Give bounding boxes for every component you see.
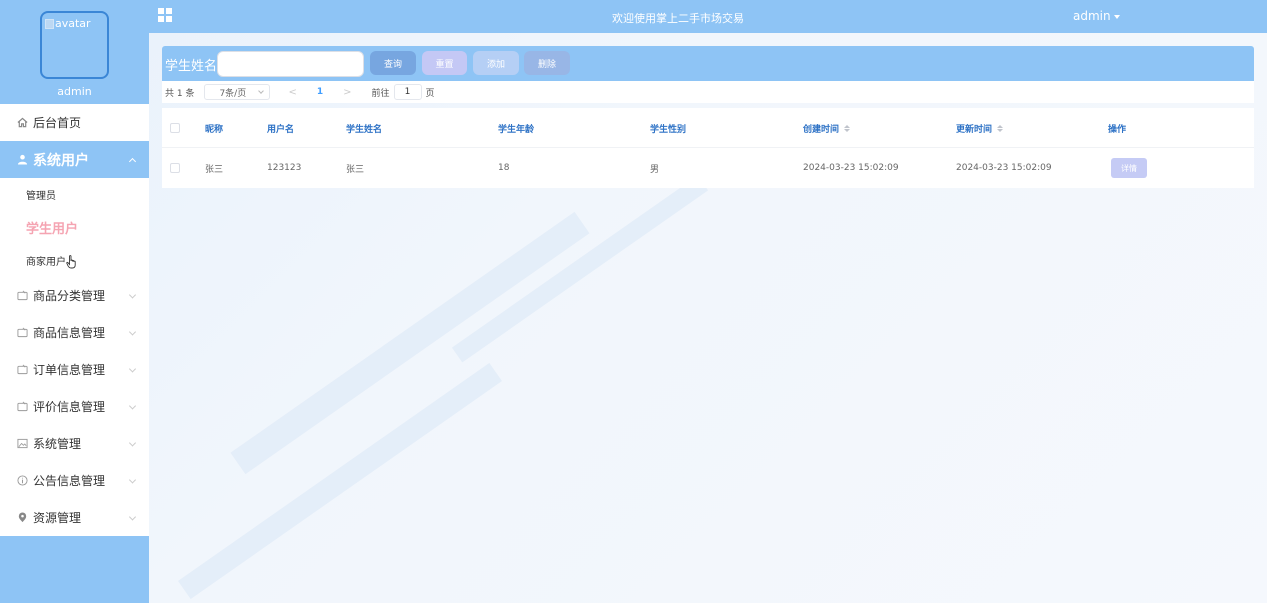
table-header-row: 昵称 用户名 学生姓名 学生年龄 学生性别 创建时间 更新时间 操作 [162, 108, 1254, 148]
sidebar-item-notice-info[interactable]: 公告信息管理 [0, 462, 149, 499]
column-header: 学生年龄 [498, 124, 535, 135]
sidebar-item-label: 系统管理 [33, 437, 82, 451]
caret-down-icon [1113, 14, 1120, 19]
location-icon [16, 512, 28, 524]
profile-username: admin [57, 85, 92, 98]
column-header-label: 更新时间 [956, 124, 993, 135]
sidebar-item-goods-category[interactable]: 商品分类管理 [0, 277, 149, 314]
cell-student-name: 张三 [346, 164, 365, 175]
sidebar-menu: 后台首页 系统用户 管理员 学生用户 商家用户 商品分类管理 商品信息管理 订单… [0, 104, 149, 536]
broken-image-icon: avatar [45, 17, 91, 30]
goto-label: 前往 [371, 88, 390, 99]
sidebar-subitem-admin[interactable]: 管理员 [0, 178, 149, 211]
prev-page-button[interactable]: < [288, 87, 296, 98]
user-dropdown-label: admin [1073, 9, 1111, 23]
column-header-label: 创建时间 [803, 124, 840, 135]
sidebar-item-label: 资源管理 [33, 511, 82, 525]
chevron-down-icon [258, 88, 265, 94]
sidebar-item-review-info[interactable]: 评价信息管理 [0, 388, 149, 425]
sidebar-item-label: 商品分类管理 [33, 289, 106, 303]
search-bar: 学生姓名 查询 重置 添加 删除 [162, 46, 1254, 81]
chevron-up-icon [128, 157, 137, 165]
sidebar-item-system-management[interactable]: 系统管理 [0, 425, 149, 462]
sidebar-item-order-info[interactable]: 订单信息管理 [0, 351, 149, 388]
sidebar-item-label: 评价信息管理 [33, 400, 106, 414]
chevron-down-icon [128, 475, 137, 484]
sidebar: avatar admin 后台首页 系统用户 管理员 学生用户 商家用户 商品分… [0, 0, 149, 603]
sidebar-item-label: 系统用户 [33, 152, 89, 169]
delete-button[interactable]: 删除 [524, 51, 570, 75]
sort-icon[interactable] [997, 124, 1004, 132]
cell-student-age: 18 [498, 163, 510, 173]
sidebar-subitem-student-users[interactable]: 学生用户 [0, 211, 149, 244]
cell-student-gender: 男 [650, 164, 660, 175]
add-button[interactable]: 添加 [473, 51, 519, 75]
pagination-total: 共 1 条 [165, 88, 195, 99]
sort-icon[interactable] [844, 124, 851, 132]
profile-panel: avatar admin [0, 0, 149, 104]
row-checkbox[interactable] [170, 148, 180, 188]
avatar[interactable]: avatar [40, 11, 109, 79]
chevron-down-icon [128, 290, 137, 299]
folder-icon [16, 327, 28, 339]
user-dropdown[interactable]: admin [1073, 9, 1120, 23]
chevron-down-icon [128, 364, 137, 373]
sidebar-item-label: 商品信息管理 [33, 326, 106, 340]
column-header: 学生性别 [650, 124, 687, 135]
table-row: 张三 123123 张三 18 男 2024-03-23 15:02:09 20… [162, 148, 1254, 188]
sidebar-item-resource-management[interactable]: 资源管理 [0, 499, 149, 536]
select-all-checkbox[interactable] [170, 108, 180, 148]
goto-page-input[interactable] [393, 84, 422, 100]
next-page-button[interactable]: > [343, 87, 351, 98]
reset-button[interactable]: 重置 [422, 51, 467, 75]
sidebar-item-home[interactable]: 后台首页 [0, 104, 149, 141]
sidebar-item-label: 公告信息管理 [33, 474, 106, 488]
column-header: 学生姓名 [346, 124, 383, 135]
chevron-down-icon [128, 438, 137, 447]
user-icon [16, 154, 28, 166]
column-header-sortable[interactable]: 创建时间 [803, 108, 851, 148]
background-decoration [451, 175, 709, 363]
sidebar-subitem-label: 管理员 [26, 191, 56, 202]
data-table: 昵称 用户名 学生姓名 学生年龄 学生性别 创建时间 更新时间 操作 张三 12… [162, 108, 1254, 188]
sidebar-subitem-label: 学生用户 [26, 222, 79, 237]
pagination: 共 1 条 7条/页 < 1 > 前往 页 [162, 81, 1254, 103]
chevron-down-icon [128, 327, 137, 336]
page-size-select[interactable]: 7条/页 [204, 84, 271, 100]
sidebar-item-label: 订单信息管理 [33, 363, 106, 377]
column-header: 昵称 [205, 124, 224, 135]
avatar-alt-text: avatar [55, 17, 91, 30]
sidebar-item-goods-info[interactable]: 商品信息管理 [0, 314, 149, 351]
sidebar-subitem-merchant-users[interactable]: 商家用户 [0, 244, 149, 277]
cell-nickname: 张三 [205, 164, 224, 175]
hand-cursor-icon [66, 255, 77, 272]
search-label: 学生姓名 [165, 59, 218, 74]
column-header: 操作 [1108, 124, 1127, 135]
sidebar-item-system-users[interactable]: 系统用户 [0, 141, 149, 178]
page-number-current[interactable]: 1 [317, 87, 323, 97]
folder-icon [16, 364, 28, 376]
sidebar-item-label: 后台首页 [33, 116, 82, 130]
info-icon [16, 475, 28, 487]
home-icon [16, 117, 28, 129]
folder-icon [16, 290, 28, 302]
column-header-sortable[interactable]: 更新时间 [956, 108, 1004, 148]
cell-actions: 详情 [1111, 148, 1147, 188]
student-name-input[interactable] [217, 51, 364, 77]
folder-icon [16, 401, 28, 413]
detail-button[interactable]: 详情 [1111, 158, 1147, 178]
column-header: 用户名 [267, 124, 295, 135]
cell-updated-time: 2024-03-23 15:02:09 [956, 163, 1052, 173]
page-size-value: 7条/页 [219, 88, 247, 99]
cell-username: 123123 [267, 163, 302, 173]
top-bar: 欢迎使用掌上二手市场交易 admin [149, 0, 1267, 33]
image-icon [16, 438, 28, 450]
chevron-down-icon [128, 401, 137, 410]
chevron-down-icon [128, 512, 137, 521]
query-button[interactable]: 查询 [370, 51, 416, 75]
cell-created-time: 2024-03-23 15:02:09 [803, 163, 899, 173]
goto-unit: 页 [425, 88, 435, 99]
sidebar-subitem-label: 商家用户 [26, 257, 66, 268]
